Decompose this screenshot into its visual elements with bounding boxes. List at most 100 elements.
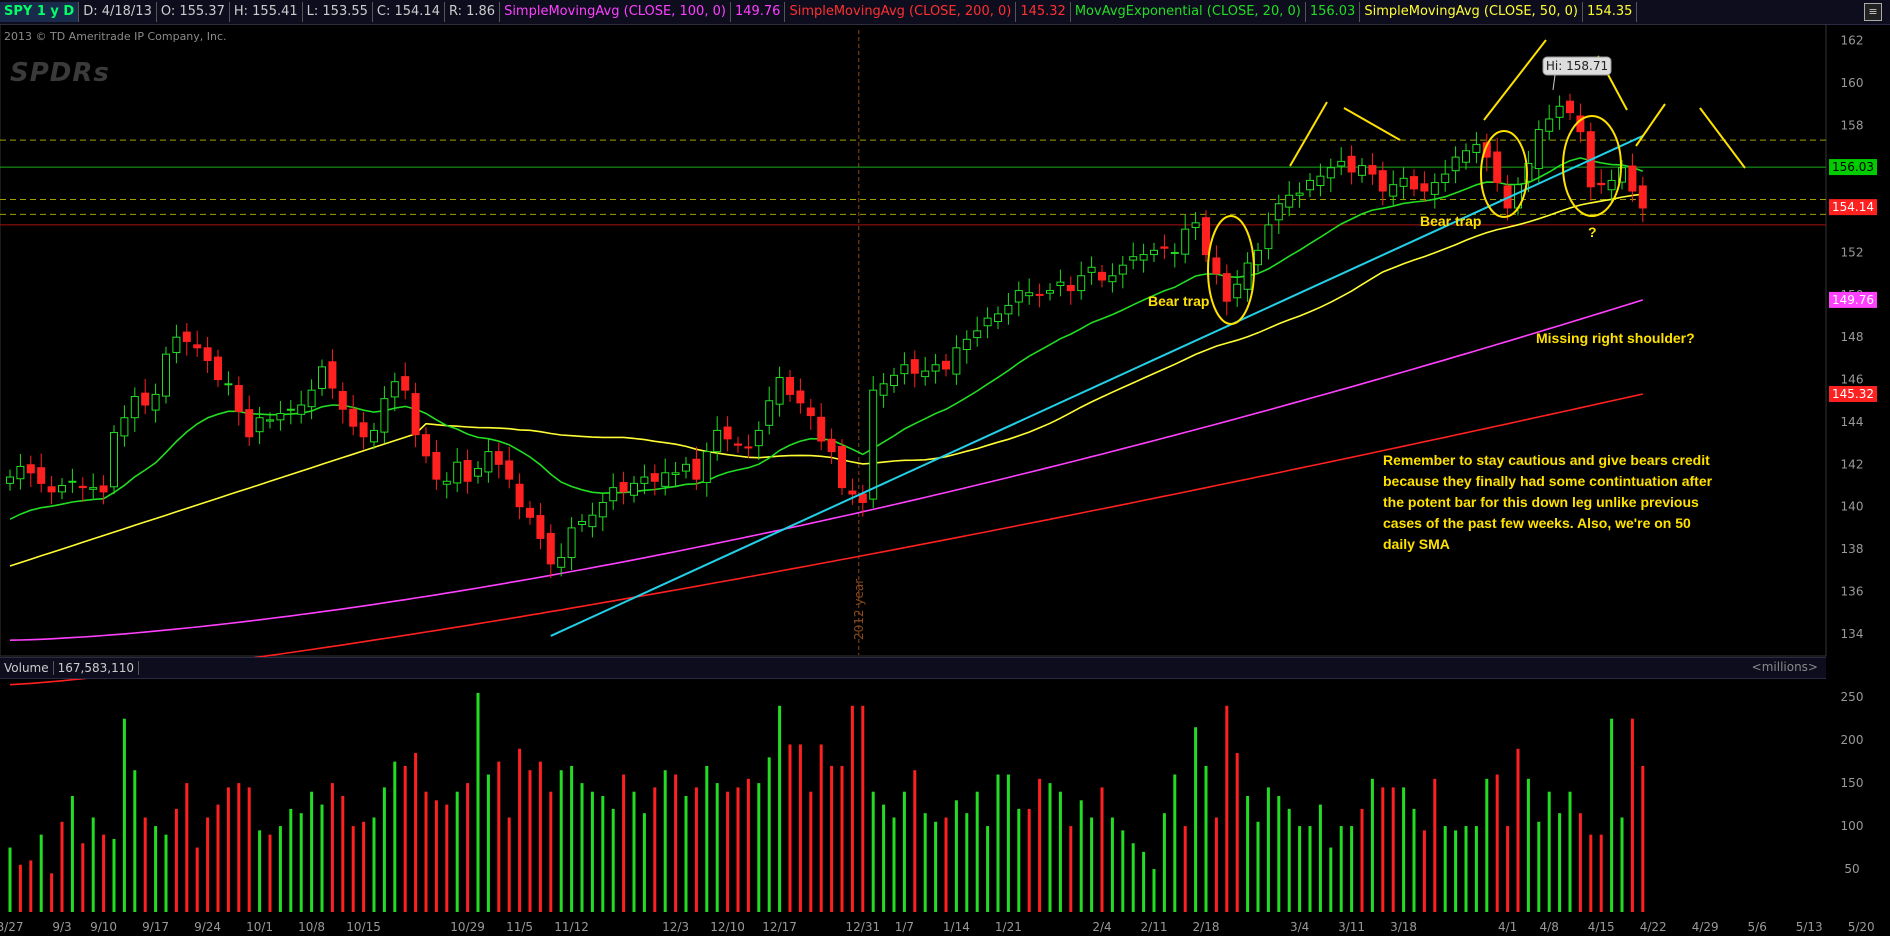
candle-body	[1597, 182, 1606, 186]
volume-bar	[1370, 778, 1374, 912]
candle-body	[1410, 176, 1418, 190]
candle-body	[1087, 266, 1096, 273]
volume-bar	[684, 796, 688, 912]
volume-bar	[622, 774, 626, 912]
candle-body	[494, 451, 503, 465]
volume-bar	[174, 808, 178, 912]
date-tick-label: 11/5	[506, 920, 533, 934]
date-tick-label: 10/15	[346, 920, 381, 934]
volume-bar	[18, 864, 22, 912]
candle-body	[848, 490, 857, 495]
volume-bar	[1079, 800, 1083, 912]
volume-bar	[1599, 834, 1603, 912]
candle-body	[1046, 290, 1054, 294]
volume-bar	[1173, 774, 1177, 912]
volume-bar	[310, 791, 314, 912]
volume-bar	[1589, 834, 1593, 912]
study-sma100-label[interactable]: SimpleMovingAvg (CLOSE, 100, 0)	[500, 2, 731, 22]
candle-body	[1191, 222, 1200, 228]
candle-body	[817, 416, 826, 442]
candle-body	[162, 353, 170, 397]
volume-bar	[1038, 778, 1042, 912]
price-tick-label: 136	[1841, 584, 1864, 598]
volume-bar	[830, 765, 834, 912]
volume-bar	[819, 744, 823, 912]
candle-body	[952, 347, 961, 375]
date-tick-label: 3/11	[1338, 920, 1365, 934]
volume-bar	[892, 817, 896, 912]
candle-body	[286, 408, 295, 411]
volume-bar	[486, 774, 490, 912]
candle-body	[1181, 228, 1190, 255]
volume-bar	[882, 804, 886, 912]
price-tick-label: 158	[1841, 118, 1864, 132]
study-sma200-label[interactable]: SimpleMovingAvg (CLOSE, 200, 0)	[785, 2, 1017, 22]
candle-body	[1014, 290, 1023, 303]
candle-body	[1430, 182, 1439, 195]
volume-bar	[1630, 718, 1634, 912]
volume-bar	[559, 770, 563, 912]
price-tick-label: 138	[1841, 542, 1864, 556]
volume-bar	[445, 804, 449, 912]
candle-body	[422, 434, 430, 457]
candle-body	[1274, 203, 1283, 221]
candle-body	[1118, 264, 1127, 275]
candle-body	[536, 515, 545, 539]
volume-bar	[476, 692, 480, 912]
symbol-field[interactable]: SPY 1 y D	[0, 2, 80, 22]
candle-body	[6, 476, 14, 484]
volume-bar	[1578, 813, 1582, 912]
volume-bar	[663, 770, 667, 912]
candle-body	[1077, 275, 1086, 292]
volume-bar	[975, 791, 979, 912]
candle-body	[1202, 217, 1210, 256]
candle-body	[796, 390, 805, 404]
candle-body	[203, 347, 212, 362]
volume-bar	[1027, 808, 1031, 912]
price-tick-label: 144	[1841, 415, 1864, 429]
moving-average-lines	[9, 157, 1644, 686]
volume-label[interactable]: Volume	[0, 661, 54, 675]
volume-bar	[1641, 765, 1645, 912]
date-tick-label: 4/1	[1498, 920, 1517, 934]
candle-body	[214, 356, 222, 381]
volume-bar	[1360, 808, 1364, 912]
date-tick-label: 4/29	[1692, 920, 1719, 934]
volume-bar	[1422, 830, 1426, 912]
candle-body	[692, 458, 701, 480]
candle-body	[1378, 170, 1387, 192]
study-sma50-label[interactable]: SimpleMovingAvg (CLOSE, 50, 0)	[1360, 2, 1583, 22]
date-tick-label: 9/10	[90, 920, 117, 934]
volume-bar	[757, 783, 761, 912]
volume-bar	[466, 783, 470, 912]
candle-body	[234, 385, 243, 412]
candle-body	[1295, 192, 1304, 196]
volume-bar	[1131, 843, 1135, 912]
candle-body	[1420, 183, 1429, 192]
open-field: O: 155.37	[157, 2, 230, 22]
volume-bar	[403, 765, 407, 912]
date-tick-label: 4/8	[1540, 920, 1559, 934]
candle-body	[505, 460, 514, 480]
price-marker-label: 154.14	[1832, 200, 1874, 214]
volume-bar	[1526, 778, 1530, 912]
caution-note: Remember to stay cautious and give bears…	[1383, 452, 1713, 552]
candle-body	[994, 313, 1002, 323]
volume-bar	[351, 826, 355, 912]
candle-body	[650, 473, 659, 482]
settings-icon[interactable]: ≡	[1864, 3, 1882, 21]
candle-body	[962, 338, 971, 350]
price-tick-label: 146	[1841, 373, 1864, 387]
date-tick-label: 12/10	[710, 920, 745, 934]
candle-body	[1326, 167, 1335, 179]
candle-body	[1212, 257, 1221, 275]
volume-bar	[1110, 817, 1114, 912]
candle-body	[671, 472, 680, 475]
candle-body	[1534, 129, 1543, 170]
volume-bar	[570, 765, 574, 912]
volume-bar	[1402, 787, 1406, 912]
volume-bar	[705, 765, 709, 912]
volume-bar	[382, 787, 386, 912]
candle-body	[526, 507, 534, 518]
study-ema20-label[interactable]: MovAvgExponential (CLOSE, 20, 0)	[1071, 2, 1306, 22]
